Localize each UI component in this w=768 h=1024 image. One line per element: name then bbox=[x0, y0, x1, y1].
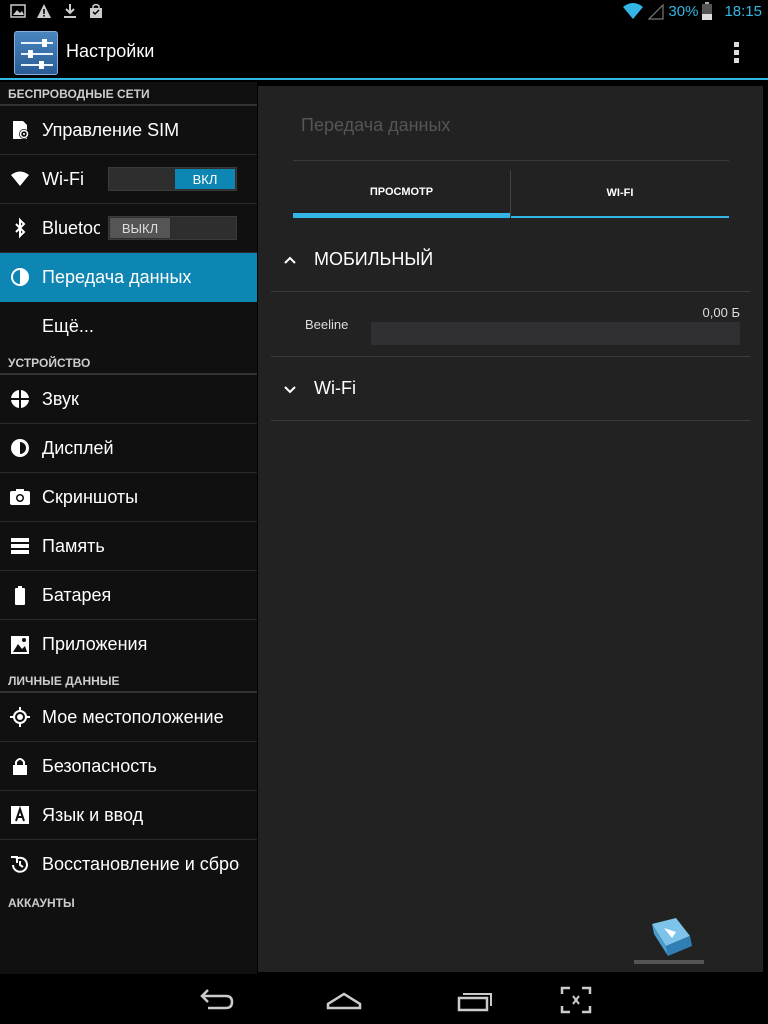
data-usage-panel: Передача данных ПРОСМОТР WI-FI МОБИЛЬНЫЙ… bbox=[258, 86, 763, 972]
battery-icon bbox=[8, 583, 32, 607]
chevron-up-icon bbox=[284, 256, 296, 264]
storage-icon bbox=[8, 534, 32, 558]
carrier-name: Beeline bbox=[305, 317, 349, 332]
sidebar-item-restore[interactable]: Восстановление и сброс bbox=[0, 840, 257, 889]
wifi-icon bbox=[8, 167, 32, 191]
wifi-signal-icon bbox=[623, 3, 644, 19]
bluetooth-icon bbox=[8, 216, 32, 240]
sidebar-item-display[interactable]: Дисплей bbox=[0, 424, 257, 473]
usage-bar bbox=[371, 322, 740, 345]
brightness-icon bbox=[8, 436, 32, 460]
battery-icon bbox=[702, 2, 713, 20]
recent-apps-icon[interactable] bbox=[451, 984, 495, 1016]
sidebar-item-language[interactable]: Язык и ввод bbox=[0, 791, 257, 840]
usage-row-beeline[interactable]: Beeline 0,00 Б bbox=[271, 292, 750, 357]
group-label: МОБИЛЬНЫЙ bbox=[314, 249, 434, 269]
apps-icon bbox=[8, 633, 32, 657]
settings-sliders-icon[interactable] bbox=[14, 31, 58, 75]
image-icon bbox=[10, 4, 26, 18]
sidebar-item-label: Мое местоположение bbox=[42, 706, 224, 727]
sidebar-item-apps[interactable]: Приложения bbox=[0, 620, 257, 669]
wifi-toggle[interactable]: ВКЛ bbox=[108, 167, 237, 191]
cell-signal-icon bbox=[648, 3, 665, 20]
back-icon[interactable] bbox=[194, 984, 238, 1016]
chevron-down-icon bbox=[284, 385, 296, 393]
overflow-menu-icon[interactable] bbox=[734, 42, 740, 64]
sidebar-item-label: Батарея bbox=[42, 584, 112, 605]
tab-overview[interactable]: ПРОСМОТР bbox=[293, 170, 510, 218]
status-indicators: 30% 18:15 bbox=[622, 2, 762, 20]
sidebar-item-screenshots[interactable]: Скриншоты bbox=[0, 473, 257, 522]
watermark-logo bbox=[634, 918, 704, 964]
sidebar-item-label: Управление SIM bbox=[42, 119, 180, 140]
restore-icon bbox=[8, 853, 32, 877]
lock-icon bbox=[8, 754, 32, 778]
home-icon[interactable] bbox=[322, 984, 366, 1016]
sidebar-item-data-usage[interactable]: Передача данных bbox=[0, 253, 257, 302]
toggle-knob: ВЫКЛ bbox=[110, 218, 170, 238]
sidebar-item-label: Приложения bbox=[42, 634, 148, 654]
navigation-bar bbox=[0, 976, 768, 1024]
sim-card-icon bbox=[8, 118, 32, 142]
divider bbox=[293, 160, 729, 161]
sidebar-item-battery[interactable]: Батарея bbox=[0, 571, 257, 620]
camera-icon bbox=[8, 485, 32, 509]
section-header-wireless: БЕСПРОВОДНЫЕ СЕТИ bbox=[0, 82, 257, 106]
clock: 18:15 bbox=[724, 2, 762, 20]
sidebar-item-wifi[interactable]: Wi-Fi ВКЛ bbox=[0, 155, 257, 204]
sidebar-item-bluetooth[interactable]: Bluetooth ВЫКЛ bbox=[0, 204, 257, 253]
app-title: Настройки bbox=[66, 41, 155, 61]
sound-icon bbox=[8, 387, 32, 411]
tab-wifi[interactable]: WI-FI bbox=[511, 170, 729, 218]
group-mobile[interactable]: МОБИЛЬНЫЙ bbox=[271, 228, 750, 292]
sidebar-item-security[interactable]: Безопасность bbox=[0, 742, 257, 791]
sidebar-item-sim[interactable]: Управление SIM bbox=[0, 106, 257, 155]
sidebar-item-label: Звук bbox=[42, 388, 79, 409]
warning-icon bbox=[37, 4, 51, 18]
sidebar-item-storage[interactable]: Память bbox=[0, 522, 257, 571]
sidebar-item-label: Wi-Fi bbox=[42, 168, 84, 189]
download-icon bbox=[64, 4, 76, 18]
notification-icons bbox=[10, 3, 104, 19]
sidebar-item-label: Передача данных bbox=[42, 266, 192, 287]
section-header-device: УСТРОЙСТВО bbox=[0, 351, 257, 375]
status-bar: 30% 18:15 bbox=[0, 0, 768, 25]
toggle-knob: ВКЛ bbox=[175, 169, 235, 189]
sidebar-item-sound[interactable]: Звук bbox=[0, 375, 257, 424]
battery-percent: 30% bbox=[668, 2, 699, 20]
sidebar-item-label: Дисплей bbox=[42, 437, 114, 458]
sidebar-item-label: Безопасность bbox=[42, 755, 157, 776]
usage-value: 0,00 Б bbox=[702, 305, 740, 320]
sidebar-item-location[interactable]: Мое местоположение bbox=[0, 693, 257, 742]
section-header-accounts: АККАУНТЫ bbox=[8, 896, 75, 910]
section-header-personal: ЛИЧНЫЕ ДАННЫЕ bbox=[0, 669, 257, 693]
bluetooth-toggle[interactable]: ВЫКЛ bbox=[108, 216, 237, 240]
sidebar-item-label: Язык и ввод bbox=[42, 804, 144, 825]
language-icon bbox=[8, 803, 32, 827]
sidebar-item-label: Bluetooth bbox=[42, 217, 100, 238]
data-usage-icon bbox=[8, 265, 32, 289]
action-bar: Настройки bbox=[0, 25, 768, 80]
group-label: Wi-Fi bbox=[314, 378, 356, 398]
sidebar-item-label: Скриншоты bbox=[42, 486, 139, 507]
shopping-bag-icon bbox=[90, 3, 102, 18]
sidebar-item-label: Ещё... bbox=[42, 316, 94, 336]
screenshot-icon[interactable] bbox=[554, 984, 598, 1016]
sidebar-item-more[interactable]: Ещё... bbox=[0, 302, 257, 351]
group-wifi[interactable]: Wi-Fi bbox=[271, 357, 750, 421]
panel-title: Передача данных bbox=[301, 115, 451, 135]
settings-sidebar: БЕСПРОВОДНЫЕ СЕТИ Управление SIM Wi-Fi В… bbox=[0, 82, 257, 974]
sidebar-item-label: Восстановление и сброс bbox=[42, 854, 240, 874]
sidebar-item-label: Память bbox=[42, 535, 105, 556]
location-icon bbox=[8, 705, 32, 729]
